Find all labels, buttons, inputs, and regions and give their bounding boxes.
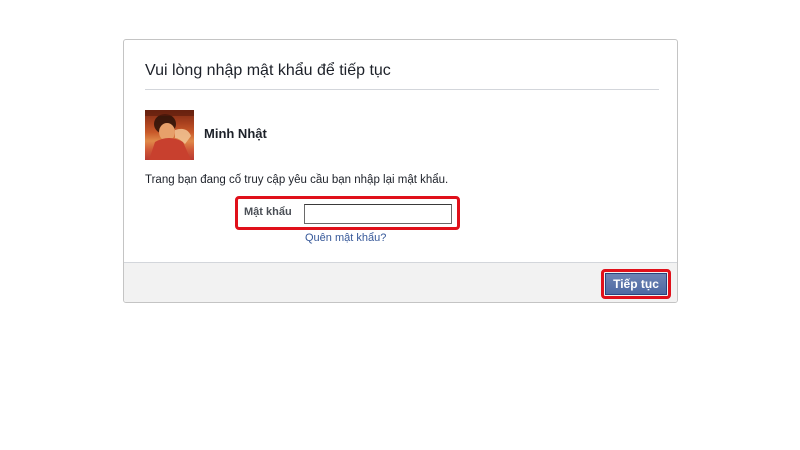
dialog-footer: Tiếp tục [124,262,677,302]
dialog-title: Vui lòng nhập mật khẩu để tiếp tục [145,62,391,79]
password-input[interactable] [304,204,452,224]
profile-photo-icon [145,110,194,160]
password-highlight-box: Mật khẩu [235,196,460,230]
avatar [145,110,194,160]
continue-button[interactable]: Tiếp tục [605,273,667,295]
title-divider [145,89,659,90]
password-label: Mật khẩu [244,206,292,218]
forgot-password-link[interactable]: Quên mật khẩu? [305,232,386,244]
user-name: Minh Nhật [204,126,267,141]
reauth-message: Trang bạn đang cố truy cập yêu cầu bạn n… [145,174,449,186]
continue-highlight-box: Tiếp tục [601,269,671,299]
password-dialog: Vui lòng nhập mật khẩu để tiếp tục Minh … [123,39,678,303]
